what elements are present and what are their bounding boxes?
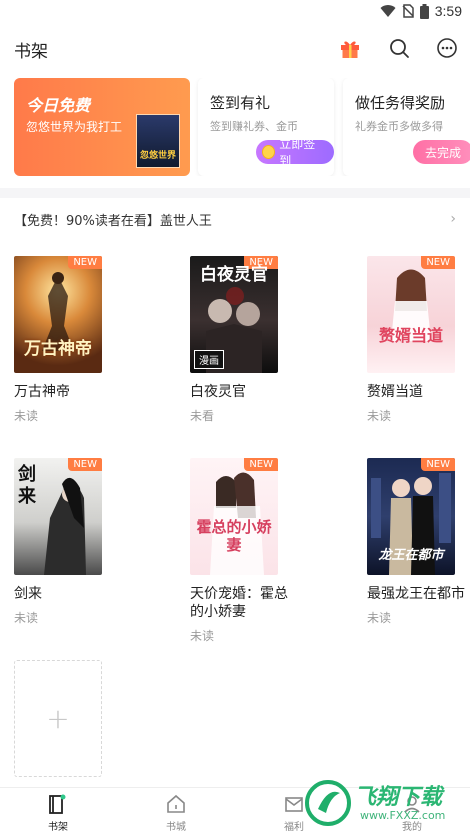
book-status: 未读	[14, 611, 39, 625]
book-item[interactable]: NEW 剑来 剑来 未读	[14, 458, 114, 626]
search-icon[interactable]	[387, 36, 411, 60]
watermark-text: 飞翔下载	[354, 785, 443, 810]
book-cover-title: 剑来	[18, 464, 36, 507]
task-button-label: 去完成	[425, 145, 462, 160]
task-card[interactable]: 做任务得奖励 礼券金币多做多得 去完成	[343, 78, 470, 176]
book-title: 最强龙王在都市	[367, 586, 465, 602]
book-status: 未读	[14, 409, 39, 423]
recommend-text: 【免费！90%读者在看】盖世人王	[14, 214, 212, 229]
book-title: 剑来	[14, 586, 42, 602]
free-book-cover[interactable]: 忽悠世界	[136, 114, 180, 168]
book-status: 未读	[190, 629, 215, 643]
book-cover-title: 万古神帝	[24, 339, 92, 359]
book-cover[interactable]: NEW 龙王在都市	[367, 458, 455, 575]
watermark-url: www.FXXZ.com	[360, 809, 446, 822]
book-item[interactable]: NEW 白夜灵官 漫画 白夜灵官 未看	[190, 256, 290, 424]
watermark: 飞翔下载 www.FXXZ.com	[304, 773, 464, 833]
book-status: 未看	[190, 409, 215, 423]
free-today-subtitle: 忽悠世界为我打工	[26, 120, 123, 134]
more-icon[interactable]	[435, 36, 459, 60]
book-title: 白夜灵官	[190, 384, 246, 400]
sign-in-button[interactable]: 立即签到	[256, 137, 334, 168]
wifi-icon	[380, 5, 396, 18]
book-title: 天价宠婚：霍总的小娇妻	[190, 586, 288, 620]
book-cover-title: 霍总的小娇妻	[196, 518, 272, 554]
book-item[interactable]: NEW 赘婿当道 赘婿当道 未读	[367, 256, 467, 424]
book-cover[interactable]: NEW 白夜灵官 漫画	[190, 256, 278, 373]
sign-in-subtitle: 签到赚礼券、金币	[210, 120, 298, 133]
battery-icon	[419, 3, 429, 19]
section-divider	[0, 188, 470, 198]
status-icons: 3:59	[380, 3, 462, 19]
book-cover[interactable]: NEW 赘婿当道	[367, 256, 455, 373]
task-complete-button[interactable]: 去完成	[413, 140, 470, 164]
book-cover[interactable]: NEW 剑来	[14, 458, 102, 575]
coin-icon	[262, 145, 276, 159]
no-sim-icon	[402, 4, 414, 18]
book-title: 万古神帝	[14, 384, 70, 400]
sign-in-title: 签到有礼	[210, 94, 271, 112]
book-status: 未读	[367, 611, 392, 625]
chevron-right-icon: ›	[450, 211, 456, 227]
bride-illustration	[391, 269, 431, 341]
book-cover-title: 赘婿当道	[378, 326, 443, 345]
manga-tag: 漫画	[194, 350, 224, 369]
tab-label: 书架	[48, 822, 68, 833]
book-item[interactable]: NEW 霍总的小娇妻 天价宠婚：霍总的小娇妻 未读	[190, 458, 290, 644]
home-icon	[167, 794, 185, 813]
task-subtitle: 礼券金币多做多得	[355, 120, 443, 133]
book-cover[interactable]: NEW 万古神帝	[14, 256, 102, 373]
book-cover[interactable]: NEW 霍总的小娇妻	[190, 458, 278, 575]
free-book-cover-text: 忽悠世界	[139, 151, 176, 161]
bookshelf-icon	[49, 794, 66, 814]
promo-cards: 今日免费 忽悠世界为我打工 忽悠世界 签到有礼 签到赚礼券、金币 立即签到 做任…	[0, 78, 470, 176]
plus-icon: +	[46, 702, 70, 735]
free-today-card[interactable]: 今日免费 忽悠世界为我打工 忽悠世界	[14, 78, 190, 176]
free-today-title: 今日免费	[26, 96, 91, 115]
task-title: 做任务得奖励	[355, 94, 446, 112]
book-status: 未读	[367, 409, 392, 423]
add-book-button[interactable]: +	[14, 660, 102, 777]
book-title: 赘婿当道	[367, 384, 423, 400]
tab-bookstore[interactable]: 书城	[146, 792, 206, 833]
couple-illustration	[210, 472, 264, 575]
page-title: 书架	[14, 42, 48, 62]
tab-bookshelf[interactable]: 书架	[28, 792, 88, 833]
book-item[interactable]: NEW 万古神帝 万古神帝 未读	[14, 256, 114, 424]
status-time: 3:59	[434, 3, 462, 19]
header: 书架	[0, 30, 470, 66]
gift-icon[interactable]	[338, 36, 362, 60]
sign-in-button-label: 立即签到	[279, 137, 316, 168]
sign-in-card[interactable]: 签到有礼 签到赚礼券、金币 立即签到	[198, 78, 334, 176]
book-cover-title: 龙王在都市	[378, 548, 444, 563]
mail-icon	[285, 797, 303, 812]
recommend-banner[interactable]: 【免费！90%读者在看】盖世人王 ›	[0, 198, 470, 238]
status-bar: 3:59	[0, 0, 470, 24]
tab-label: 书城	[166, 822, 186, 833]
watermark-logo-icon	[305, 780, 351, 826]
book-item[interactable]: NEW 龙王在都市 最强龙王在都市 未读	[367, 458, 467, 626]
